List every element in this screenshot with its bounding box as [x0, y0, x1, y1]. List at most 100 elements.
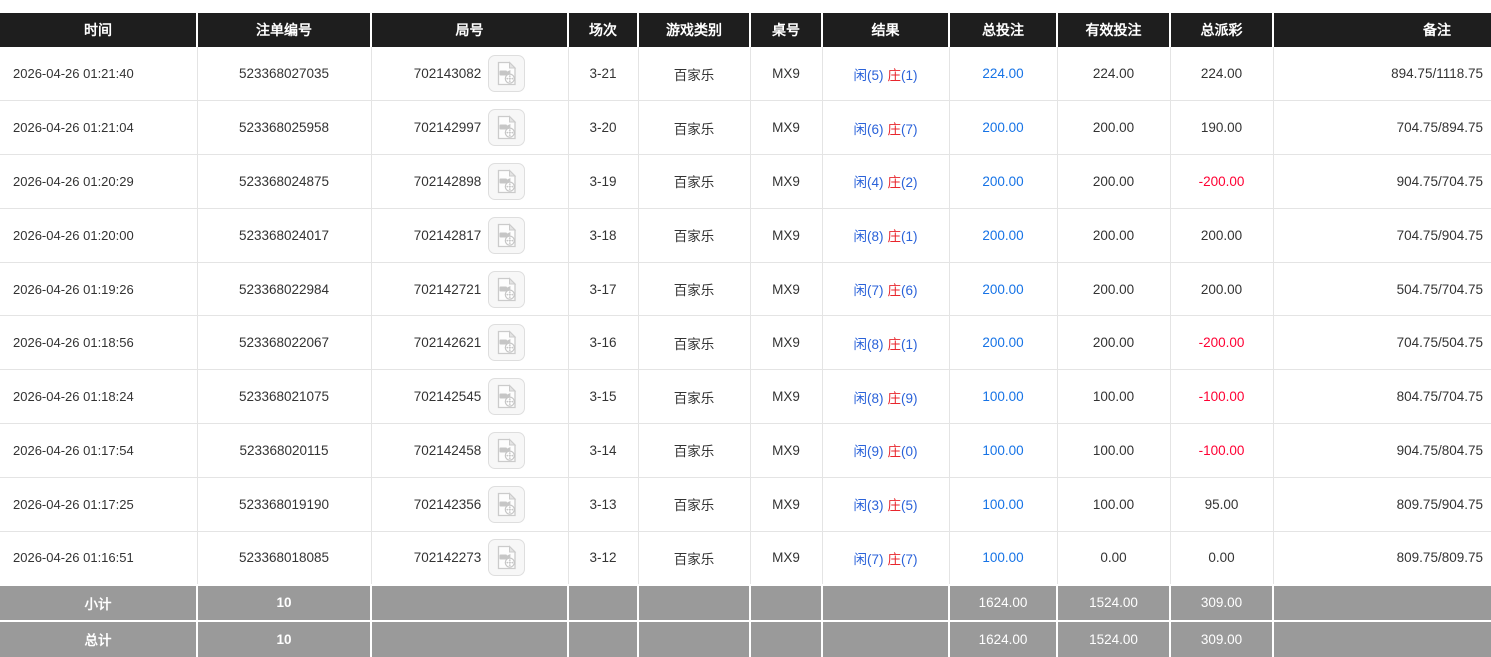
video-replay-button[interactable] [488, 324, 525, 361]
total-bet-link[interactable]: 200.00 [982, 228, 1023, 243]
cell-game-type: 百家乐 [638, 208, 750, 262]
table-row: 2026-04-26 01:18:24523368021075702142545… [0, 370, 1491, 424]
total-bet-link[interactable]: 100.00 [982, 497, 1023, 512]
video-file-icon [494, 223, 519, 248]
video-replay-button[interactable] [488, 163, 525, 200]
table-row: 2026-04-26 01:20:29523368024875702142898… [0, 155, 1491, 209]
cell-game-type: 百家乐 [638, 424, 750, 478]
subtotal-empty-result [822, 585, 949, 621]
cell-table-no: MX9 [750, 316, 822, 370]
total-bet-link[interactable]: 100.00 [982, 550, 1023, 565]
cell-total-bet: 200.00 [949, 316, 1057, 370]
video-replay-button[interactable] [488, 271, 525, 308]
video-replay-button[interactable] [488, 486, 525, 523]
cell-result: 闲(8)庄(9) [822, 370, 949, 424]
cell-session: 3-14 [568, 424, 638, 478]
total-bet-link[interactable]: 200.00 [982, 335, 1023, 350]
video-file-icon [494, 384, 519, 409]
subtotal-row: 小计 10 1624.00 1524.00 309.00 [0, 585, 1491, 621]
col-header-session: 场次 [568, 13, 638, 47]
grand-total-valid-bet: 1524.00 [1057, 621, 1170, 657]
cell-table-no: MX9 [750, 262, 822, 316]
total-bet-link[interactable]: 100.00 [982, 443, 1023, 458]
cell-round-id: 702142721 [371, 262, 568, 316]
cell-remark: 704.75/504.75 [1273, 316, 1491, 370]
total-bet-link[interactable]: 200.00 [982, 120, 1023, 135]
round-id-text: 702142898 [414, 174, 482, 189]
total-bet-link[interactable]: 100.00 [982, 389, 1023, 404]
total-bet-link[interactable]: 224.00 [982, 66, 1023, 81]
cell-remark: 704.75/904.75 [1273, 208, 1491, 262]
cell-valid-bet: 200.00 [1057, 101, 1170, 155]
round-id-text: 702142545 [414, 389, 482, 404]
video-replay-button[interactable] [488, 217, 525, 254]
result-player: 闲(5) [854, 68, 884, 83]
cell-result: 闲(4)庄(2) [822, 155, 949, 209]
video-replay-button[interactable] [488, 55, 525, 92]
cell-session: 3-15 [568, 370, 638, 424]
video-file-icon [494, 115, 519, 140]
video-replay-button[interactable] [488, 109, 525, 146]
video-file-icon [494, 330, 519, 355]
cell-round-id: 702142621 [371, 316, 568, 370]
cell-round-id: 702142898 [371, 155, 568, 209]
cell-total-payout: 200.00 [1170, 208, 1273, 262]
grand-total-total-payout: 309.00 [1170, 621, 1273, 657]
result-banker-value: (9) [901, 391, 918, 406]
result-banker-label: 庄 [888, 391, 902, 406]
result-player: 闲(9) [854, 444, 884, 459]
cell-total-payout: -100.00 [1170, 370, 1273, 424]
subtotal-valid-bet: 1524.00 [1057, 585, 1170, 621]
cell-session: 3-13 [568, 477, 638, 531]
cell-session: 3-20 [568, 101, 638, 155]
cell-result: 闲(7)庄(6) [822, 262, 949, 316]
total-bet-link[interactable]: 200.00 [982, 174, 1023, 189]
result-banker-label: 庄 [888, 337, 902, 352]
cell-result: 闲(5)庄(1) [822, 47, 949, 101]
video-file-icon [494, 169, 519, 194]
table-row: 2026-04-26 01:16:51523368018085702142273… [0, 531, 1491, 585]
cell-result: 闲(8)庄(1) [822, 208, 949, 262]
cell-total-payout: -200.00 [1170, 316, 1273, 370]
col-header-valid-bet: 有效投注 [1057, 13, 1170, 47]
cell-total-payout: 0.00 [1170, 531, 1273, 585]
grand-total-empty-remark [1273, 621, 1491, 657]
table-header: 时间 注单编号 局号 场次 游戏类别 桌号 结果 总投注 有效投注 总派彩 备注 [0, 13, 1491, 47]
result-banker-label: 庄 [888, 444, 902, 459]
result-banker-label: 庄 [888, 552, 902, 567]
cell-table-no: MX9 [750, 531, 822, 585]
round-id-text: 702142356 [414, 497, 482, 512]
video-replay-button[interactable] [488, 539, 525, 576]
cell-result: 闲(6)庄(7) [822, 101, 949, 155]
grand-total-count: 10 [197, 621, 371, 657]
cell-bet-id: 523368024017 [197, 208, 371, 262]
table-row: 2026-04-26 01:17:25523368019190702142356… [0, 477, 1491, 531]
cell-bet-id: 523368022984 [197, 262, 371, 316]
cell-game-type: 百家乐 [638, 47, 750, 101]
cell-session: 3-18 [568, 208, 638, 262]
cell-round-id: 702143082 [371, 47, 568, 101]
cell-valid-bet: 100.00 [1057, 477, 1170, 531]
cell-time: 2026-04-26 01:18:56 [0, 316, 197, 370]
cell-time: 2026-04-26 01:21:40 [0, 47, 197, 101]
grand-total-empty-round [371, 621, 568, 657]
result-player: 闲(7) [854, 552, 884, 567]
col-header-total-bet: 总投注 [949, 13, 1057, 47]
result-banker-label: 庄 [888, 122, 902, 137]
video-replay-button[interactable] [488, 378, 525, 415]
video-file-icon [494, 61, 519, 86]
video-file-icon [494, 492, 519, 517]
round-id-text: 702142997 [414, 120, 482, 135]
cell-round-id: 702142817 [371, 208, 568, 262]
col-header-bet-id: 注单编号 [197, 13, 371, 47]
video-replay-button[interactable] [488, 432, 525, 469]
cell-round-id: 702142273 [371, 531, 568, 585]
cell-valid-bet: 0.00 [1057, 531, 1170, 585]
cell-total-payout: -200.00 [1170, 155, 1273, 209]
result-banker-label: 庄 [888, 498, 902, 513]
cell-total-bet: 200.00 [949, 155, 1057, 209]
cell-bet-id: 523368020115 [197, 424, 371, 478]
total-bet-link[interactable]: 200.00 [982, 282, 1023, 297]
round-id-text: 702142458 [414, 443, 482, 458]
cell-time: 2026-04-26 01:20:29 [0, 155, 197, 209]
